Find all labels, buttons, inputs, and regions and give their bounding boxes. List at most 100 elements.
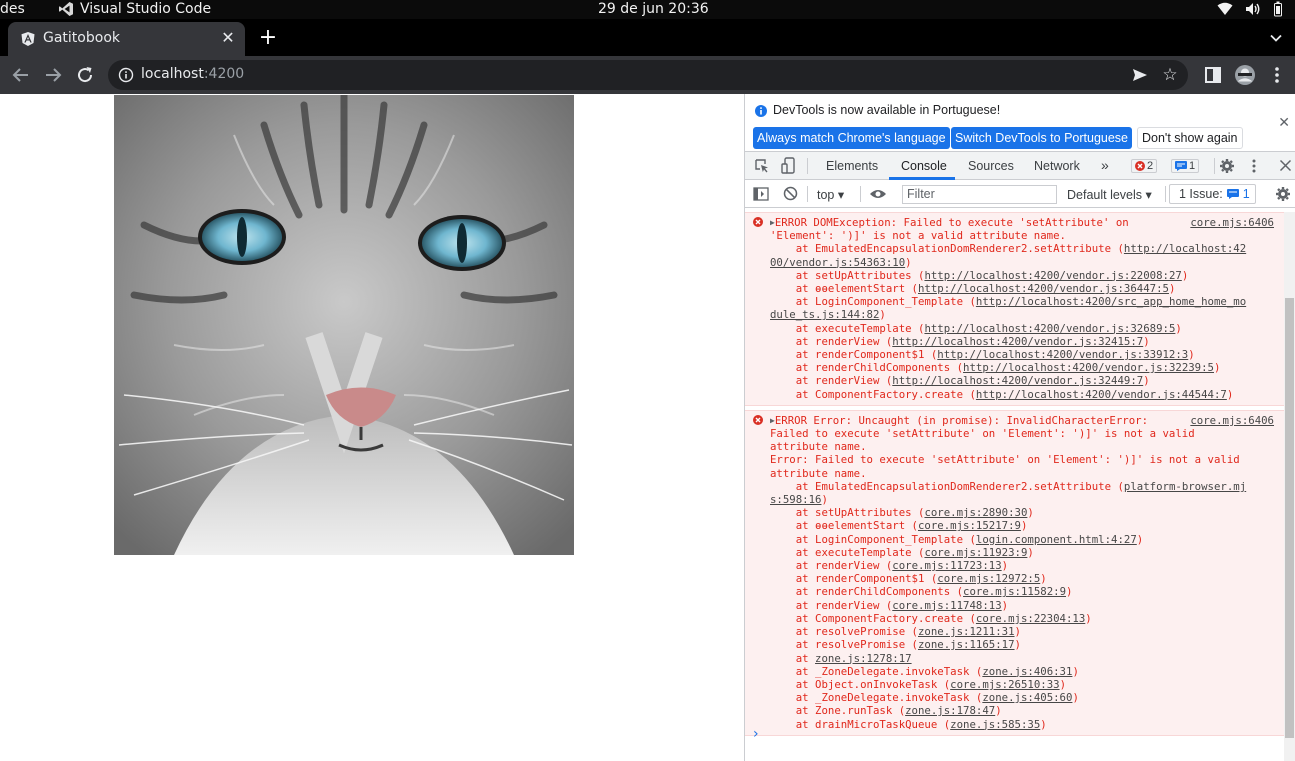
stack-frame-link[interactable]: core.mjs:11748:13	[892, 599, 1001, 612]
forward-arrow-icon[interactable]	[41, 63, 65, 87]
toolbar-divider	[807, 158, 808, 174]
activities-label[interactable]: des	[0, 0, 25, 18]
console-error-message[interactable]: core.mjs:6406 ▶ERROR DOMException: Failed…	[745, 212, 1285, 406]
stack-frame-link[interactable]: http://localhost:4200/vendor.js:22008:27	[924, 269, 1181, 282]
stack-frame-link[interactable]: zone.js:406:31	[982, 665, 1072, 678]
sidebar-toggle-icon[interactable]	[753, 187, 769, 201]
stack-frame-link[interactable]: http://localhost:4200/vendor.js:32689:5	[924, 322, 1175, 335]
stack-frame-link[interactable]: http://localhost:4200/vendor.js:44544:7	[976, 388, 1227, 401]
stack-frame-link[interactable]: core.mjs:2890:30	[924, 506, 1027, 519]
browser-tab-gatitobook[interactable]: Gatitobook ✕	[8, 22, 245, 56]
tab-strip: Gatitobook ✕ +	[0, 19, 1295, 56]
inspect-element-icon[interactable]	[754, 158, 770, 174]
kebab-menu-icon[interactable]	[1266, 64, 1288, 86]
reload-icon[interactable]	[73, 63, 97, 87]
dont-show-again-button[interactable]: Don't show again	[1137, 127, 1243, 149]
stack-frame-link[interactable]: 00/vendor.js:54363:10	[770, 256, 905, 269]
stack-frame-link[interactable]: login.component.html:4:27	[976, 533, 1137, 546]
live-expression-eye-icon[interactable]	[869, 188, 887, 200]
tab-network[interactable]: Network	[1034, 159, 1080, 173]
settings-gear-icon[interactable]	[1219, 158, 1235, 174]
console-filter-input[interactable]: Filter	[902, 185, 1057, 204]
stack-frame-link[interactable]: http://localhost:4200/vendor.js:32415:7	[892, 335, 1143, 348]
log-levels-dropdown[interactable]: Default levels ▾	[1067, 187, 1152, 202]
close-devtools-icon[interactable]	[1279, 159, 1292, 172]
tab-elements[interactable]: Elements	[826, 159, 878, 173]
context-selector[interactable]: top ▾	[817, 187, 844, 202]
tab-sources[interactable]: Sources	[968, 159, 1014, 173]
message-source-link[interactable]: core.mjs:6406	[1190, 216, 1274, 229]
stack-frame-link[interactable]: core.mjs:15217:9	[918, 519, 1021, 532]
stack-frame-link[interactable]: http://localhost:4200/vendor.js:32239:5	[963, 361, 1214, 374]
stack-frame-link[interactable]: platform-browser.mj	[1124, 480, 1246, 493]
url-text[interactable]: localhost:4200	[141, 66, 244, 82]
stack-frame-text: at setUpAttributes (	[770, 506, 925, 520]
stack-frame-link[interactable]: http://localhost:4200/src_app_home_home_…	[976, 295, 1246, 308]
site-info-icon[interactable]	[118, 67, 134, 83]
stack-frame-link[interactable]: core.mjs:11582:9	[963, 585, 1066, 598]
tab-search-chevron-icon[interactable]	[1269, 31, 1283, 45]
stack-frame-link[interactable]: core.mjs:11723:13	[892, 559, 1001, 572]
stack-frame-text: attribute name.	[770, 440, 867, 454]
stack-frame-link[interactable]: core.mjs:22304:13	[976, 612, 1085, 625]
stack-frame-link[interactable]: s:598:16	[770, 493, 821, 506]
address-bar[interactable]: localhost:4200 ☆	[108, 60, 1188, 90]
stack-frame-link[interactable]: core.mjs:26510:33	[950, 678, 1059, 691]
system-tray[interactable]	[1217, 1, 1283, 17]
stack-frame-link[interactable]: dule_ts.js:144:82	[770, 308, 879, 321]
devtools-menu-icon[interactable]	[1250, 158, 1258, 174]
wifi-icon	[1217, 2, 1233, 15]
stack-trace-line: at LoginComponent_Template (login.compon…	[770, 533, 1285, 546]
stack-frame-link[interactable]: http://localhost:42	[1124, 242, 1246, 255]
stack-frame-suffix: )	[1059, 677, 1066, 691]
console-scrollbar[interactable]	[1284, 212, 1295, 761]
bookmark-star-icon[interactable]: ☆	[1160, 65, 1180, 85]
tab-close-icon[interactable]: ✕	[219, 29, 237, 47]
stack-frame-suffix: )	[879, 308, 886, 322]
back-arrow-icon[interactable]	[9, 63, 33, 87]
stack-frame-link[interactable]: http://localhost:4200/vendor.js:32449:7	[892, 374, 1143, 387]
stack-frame-text: 'Element': ')]' is not a valid attribute…	[770, 229, 1066, 243]
stack-frame-link[interactable]: zone.js:178:47	[905, 704, 995, 717]
send-to-devices-icon[interactable]	[1132, 67, 1148, 83]
stack-frame-text: at resolvePromise (	[770, 625, 918, 639]
new-tab-button[interactable]: +	[256, 27, 280, 50]
always-match-language-button[interactable]: Always match Chrome's language	[753, 127, 950, 149]
active-app-indicator[interactable]: Visual Studio Code	[58, 0, 211, 18]
stack-frame-link[interactable]: zone.js:1165:17	[918, 638, 1015, 651]
console-messages[interactable]: core.mjs:6406 ▶ERROR DOMException: Failed…	[745, 212, 1285, 761]
stack-frame-link[interactable]: zone.js:1211:31	[918, 625, 1015, 638]
more-tabs-button[interactable]: »	[1101, 157, 1109, 173]
console-scrollbar-thumb[interactable]	[1285, 298, 1294, 738]
message-source-link[interactable]: core.mjs:6406	[1190, 414, 1274, 427]
stack-frame-suffix: )	[1020, 519, 1028, 533]
device-toolbar-icon[interactable]	[781, 157, 797, 175]
stack-frame-text: at ComponentFactory.create (	[770, 611, 976, 625]
infobar-message: DevTools is now available in Portuguese!	[773, 103, 1001, 117]
switch-to-portuguese-button[interactable]: Switch DevTools to Portuguese	[951, 127, 1133, 149]
stack-frame-suffix: )	[1027, 506, 1034, 520]
stack-frame-link[interactable]: zone.js:405:60	[982, 691, 1072, 704]
stack-frame-link[interactable]: zone.js:1278:17	[815, 652, 912, 665]
tab-console[interactable]: Console	[901, 159, 947, 173]
infobar-close-icon[interactable]: ✕	[1278, 114, 1290, 131]
errors-badge[interactable]: 2	[1131, 159, 1158, 173]
clock[interactable]: 29 de jun 20:36	[598, 0, 709, 18]
stack-frame-link[interactable]: http://localhost:4200/vendor.js:33912:3	[937, 348, 1188, 361]
messages-badge[interactable]: 1	[1171, 159, 1200, 173]
console-prompt[interactable]: ›	[753, 726, 759, 742]
stack-frame-text: at _ZoneDelegate.invokeTask (	[770, 691, 983, 705]
stack-frame-link[interactable]: core.mjs:12972:5	[937, 572, 1040, 585]
profile-avatar[interactable]	[1234, 64, 1256, 86]
issues-button[interactable]: 1 Issue: 1	[1169, 184, 1256, 204]
console-error-message[interactable]: core.mjs:6406 ▶ERROR Error: Uncaught (in …	[745, 409, 1285, 736]
console-settings-gear-icon[interactable]	[1275, 186, 1291, 202]
stack-trace-line: Error: Failed to execute 'setAttribute' …	[770, 453, 1285, 466]
stack-frame-link[interactable]: core.mjs:11923:9	[924, 546, 1027, 559]
devtools-panel: DevTools is now available in Portuguese!…	[744, 94, 1295, 761]
side-panel-icon[interactable]	[1202, 64, 1224, 86]
stack-frame-text: at ɵɵelementStart (	[770, 519, 918, 533]
clear-console-icon[interactable]	[783, 186, 798, 201]
stack-frame-link[interactable]: http://localhost:4200/vendor.js:36447:5	[918, 282, 1169, 295]
stack-frame-link[interactable]: zone.js:585:35	[950, 718, 1040, 731]
